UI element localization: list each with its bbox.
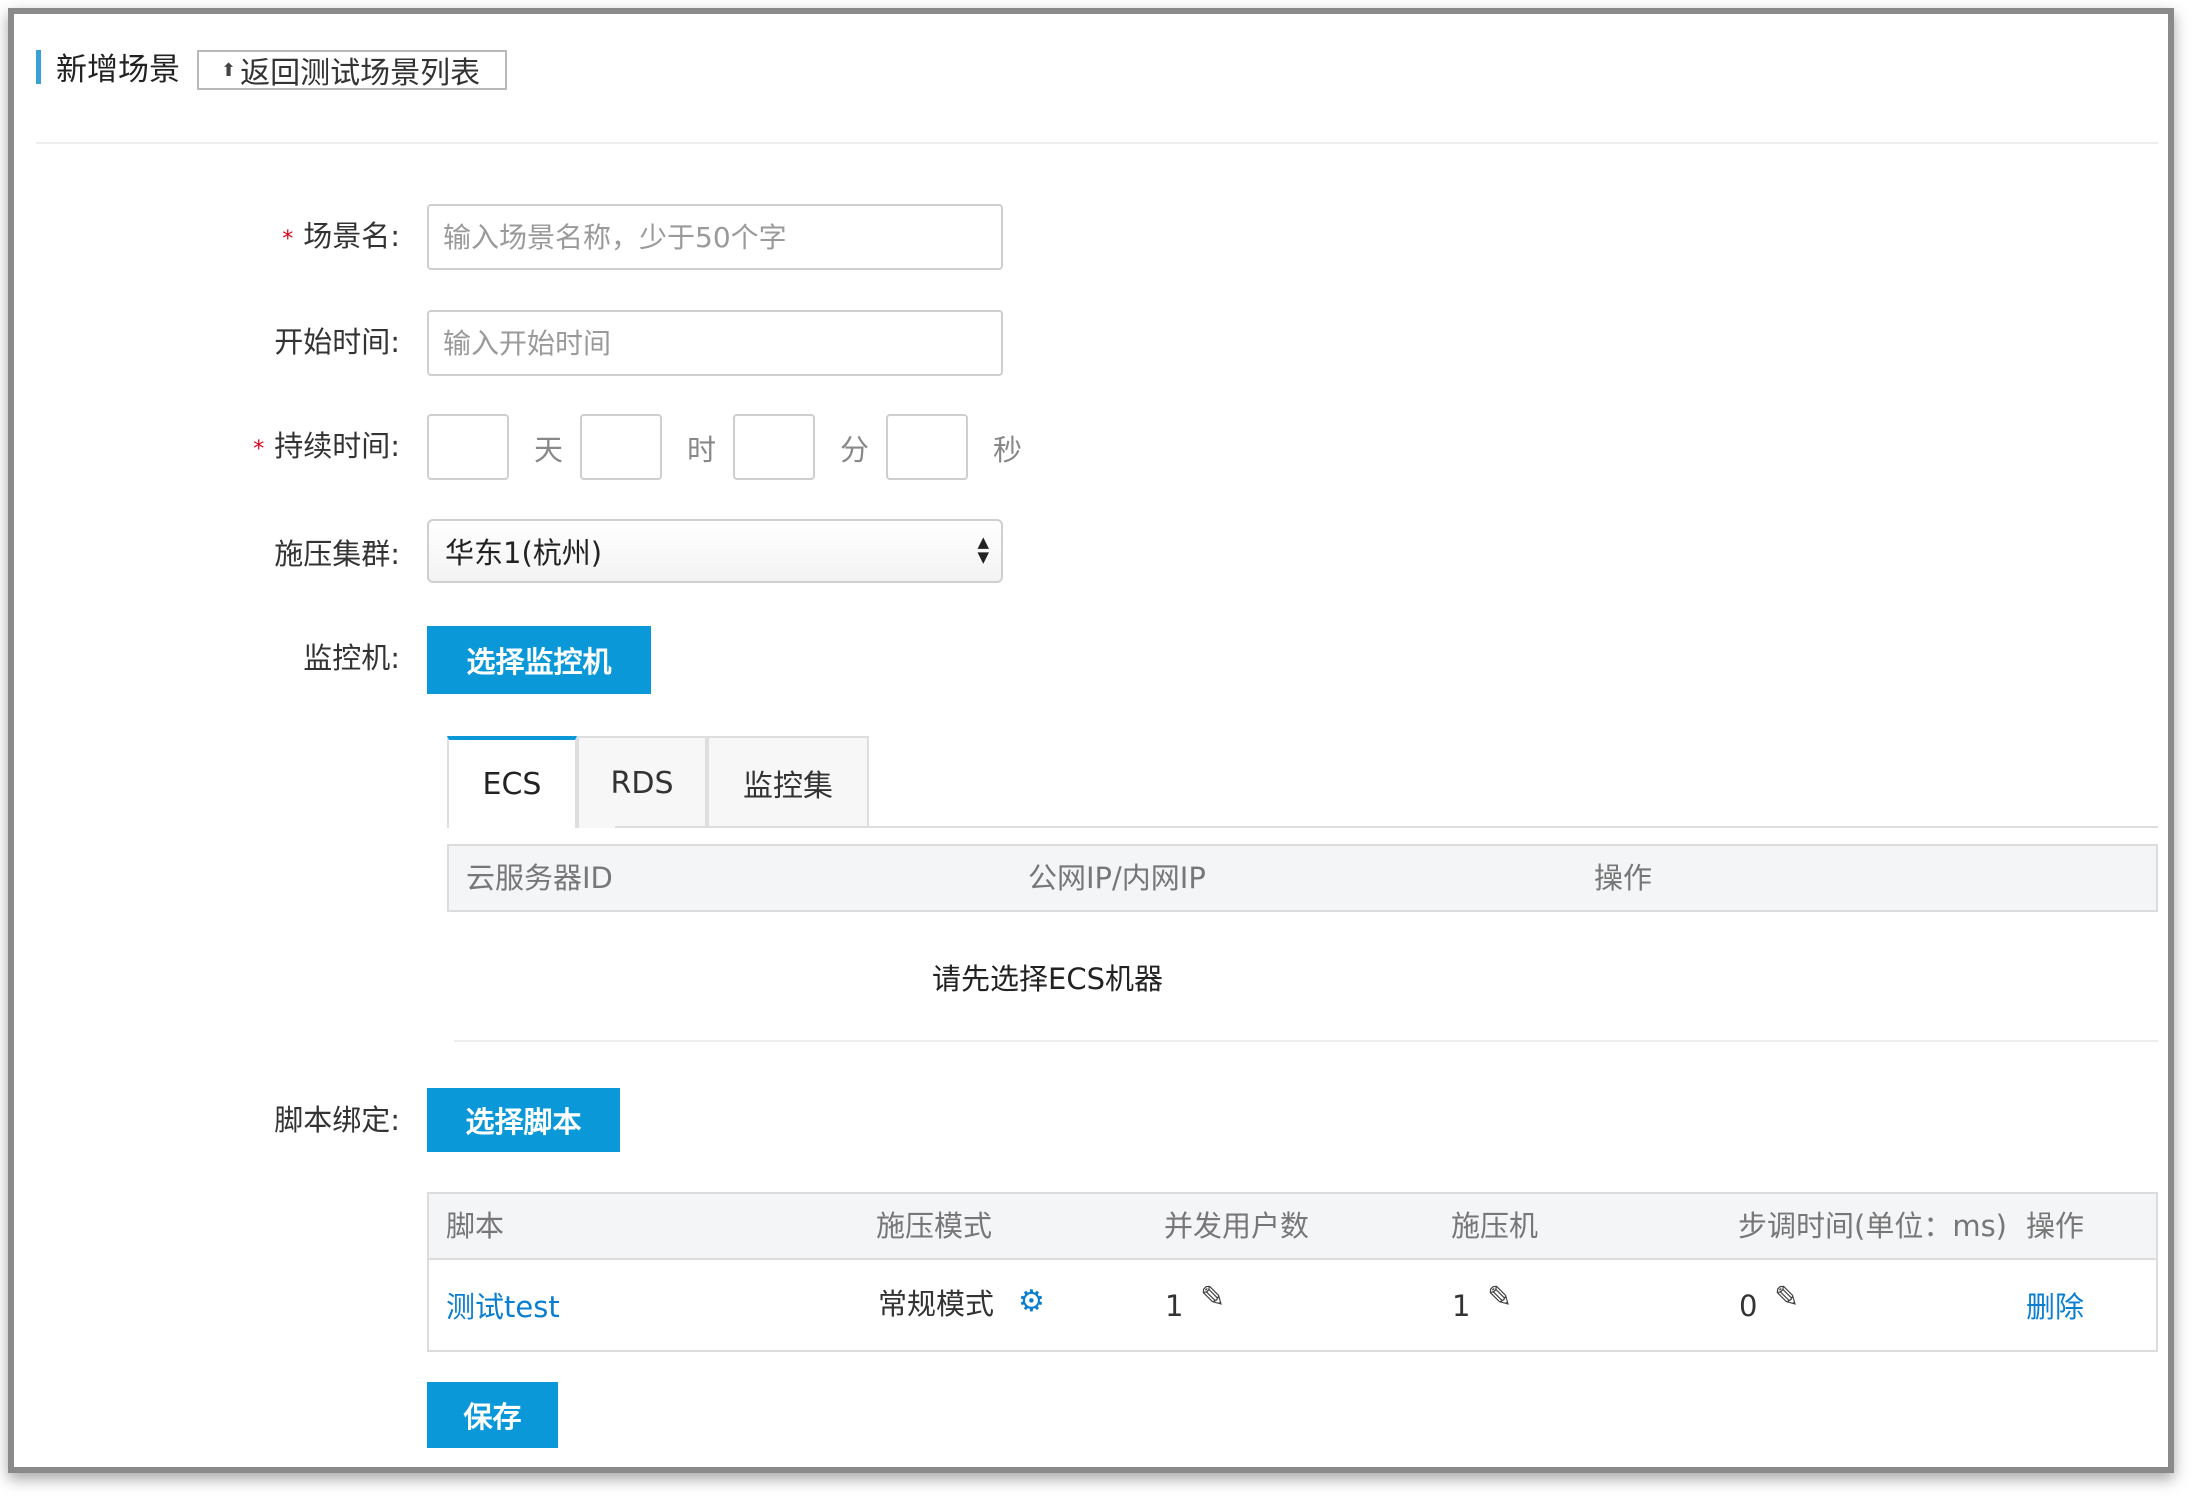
script-label: 脚本绑定: — [274, 1103, 400, 1137]
gear-icon[interactable]: ⚙ — [1018, 1284, 1045, 1319]
cluster-select-value: 华东1(杭州) — [445, 536, 603, 570]
cluster-label: 施压集群: — [274, 537, 400, 571]
script-col-action: 操作 — [2026, 1209, 2085, 1243]
script-col-machines: 施压机 — [1451, 1209, 1539, 1243]
script-col-mode: 施压模式 — [876, 1209, 993, 1243]
start-time-label: 开始时间: — [274, 325, 400, 359]
script-col-script: 脚本 — [446, 1209, 505, 1243]
scene-name-input[interactable] — [427, 204, 1003, 270]
start-time-input[interactable] — [427, 310, 1003, 376]
scene-name-label: 场景名: — [303, 219, 400, 253]
scene-name-label-row: * 场景名: — [40, 218, 400, 258]
script-name-link[interactable]: 测试test — [446, 1284, 560, 1326]
delete-script-link[interactable]: 删除 — [2026, 1284, 2084, 1326]
edit-machines-pencil-icon[interactable]: ✎ — [1487, 1280, 1512, 1315]
unit-minutes: 分 — [840, 433, 870, 467]
duration-minutes-input[interactable] — [733, 414, 815, 480]
unit-hours: 时 — [687, 433, 717, 467]
unit-days: 天 — [534, 433, 564, 467]
edit-pacing-pencil-icon[interactable]: ✎ — [1774, 1280, 1799, 1315]
page-title: 新增场景 — [56, 52, 180, 88]
monitor-table-header — [447, 844, 2158, 912]
section-divider — [454, 1040, 2158, 1042]
header-accent-bar — [36, 50, 41, 84]
monitor-label: 监控机: — [303, 641, 400, 675]
required-marker: * — [253, 437, 265, 462]
edit-users-pencil-icon[interactable]: ✎ — [1200, 1280, 1225, 1315]
duration-seconds-input[interactable] — [886, 414, 968, 480]
script-col-users: 并发用户数 — [1164, 1209, 1310, 1243]
duration-days-input[interactable] — [427, 414, 509, 480]
select-arrows-icon: ▲ ▼ — [977, 533, 989, 566]
script-mode-value: 常规模式 — [878, 1287, 995, 1321]
script-machines-value: 1 — [1452, 1289, 1471, 1323]
header-divider — [36, 142, 2158, 144]
cluster-select[interactable]: 华东1(杭州) ▲ ▼ — [427, 519, 1003, 583]
tab-rds[interactable]: RDS — [577, 736, 707, 828]
required-marker: * — [282, 227, 294, 252]
tabs-underline — [615, 826, 2158, 828]
save-button[interactable]: 保存 — [427, 1382, 558, 1448]
monitor-col-ip: 公网IP/内网IP — [1028, 861, 1206, 895]
duration-hours-input[interactable] — [580, 414, 662, 480]
script-pacing-value: 0 — [1739, 1289, 1758, 1323]
duration-label-row: * 持续时间: — [40, 428, 400, 468]
tab-ecs[interactable]: ECS — [447, 736, 577, 828]
script-col-pacing: 步调时间(单位：ms) — [1738, 1209, 2007, 1243]
back-button-label: 返回测试场景列表 — [240, 56, 481, 91]
back-to-list-button[interactable]: ⬆ 返回测试场景列表 — [197, 50, 507, 91]
monitor-empty-message: 请先选择ECS机器 — [932, 962, 1163, 996]
duration-label: 持续时间: — [274, 429, 400, 463]
select-monitor-button[interactable]: 选择监控机 — [427, 626, 651, 694]
script-users-value: 1 — [1165, 1289, 1184, 1323]
unit-seconds: 秒 — [993, 433, 1023, 467]
back-arrow-icon: ⬆ — [221, 59, 237, 81]
monitor-col-action: 操作 — [1594, 861, 1653, 895]
select-script-button[interactable]: 选择脚本 — [427, 1088, 620, 1152]
tab-monitor-set[interactable]: 监控集 — [707, 736, 869, 828]
monitor-col-server-id: 云服务器ID — [466, 861, 613, 895]
page-frame: 新增场景 ⬆ 返回测试场景列表 * 场景名: 开始时间: * 持续时间: 天 时 分… — [8, 8, 2174, 1473]
